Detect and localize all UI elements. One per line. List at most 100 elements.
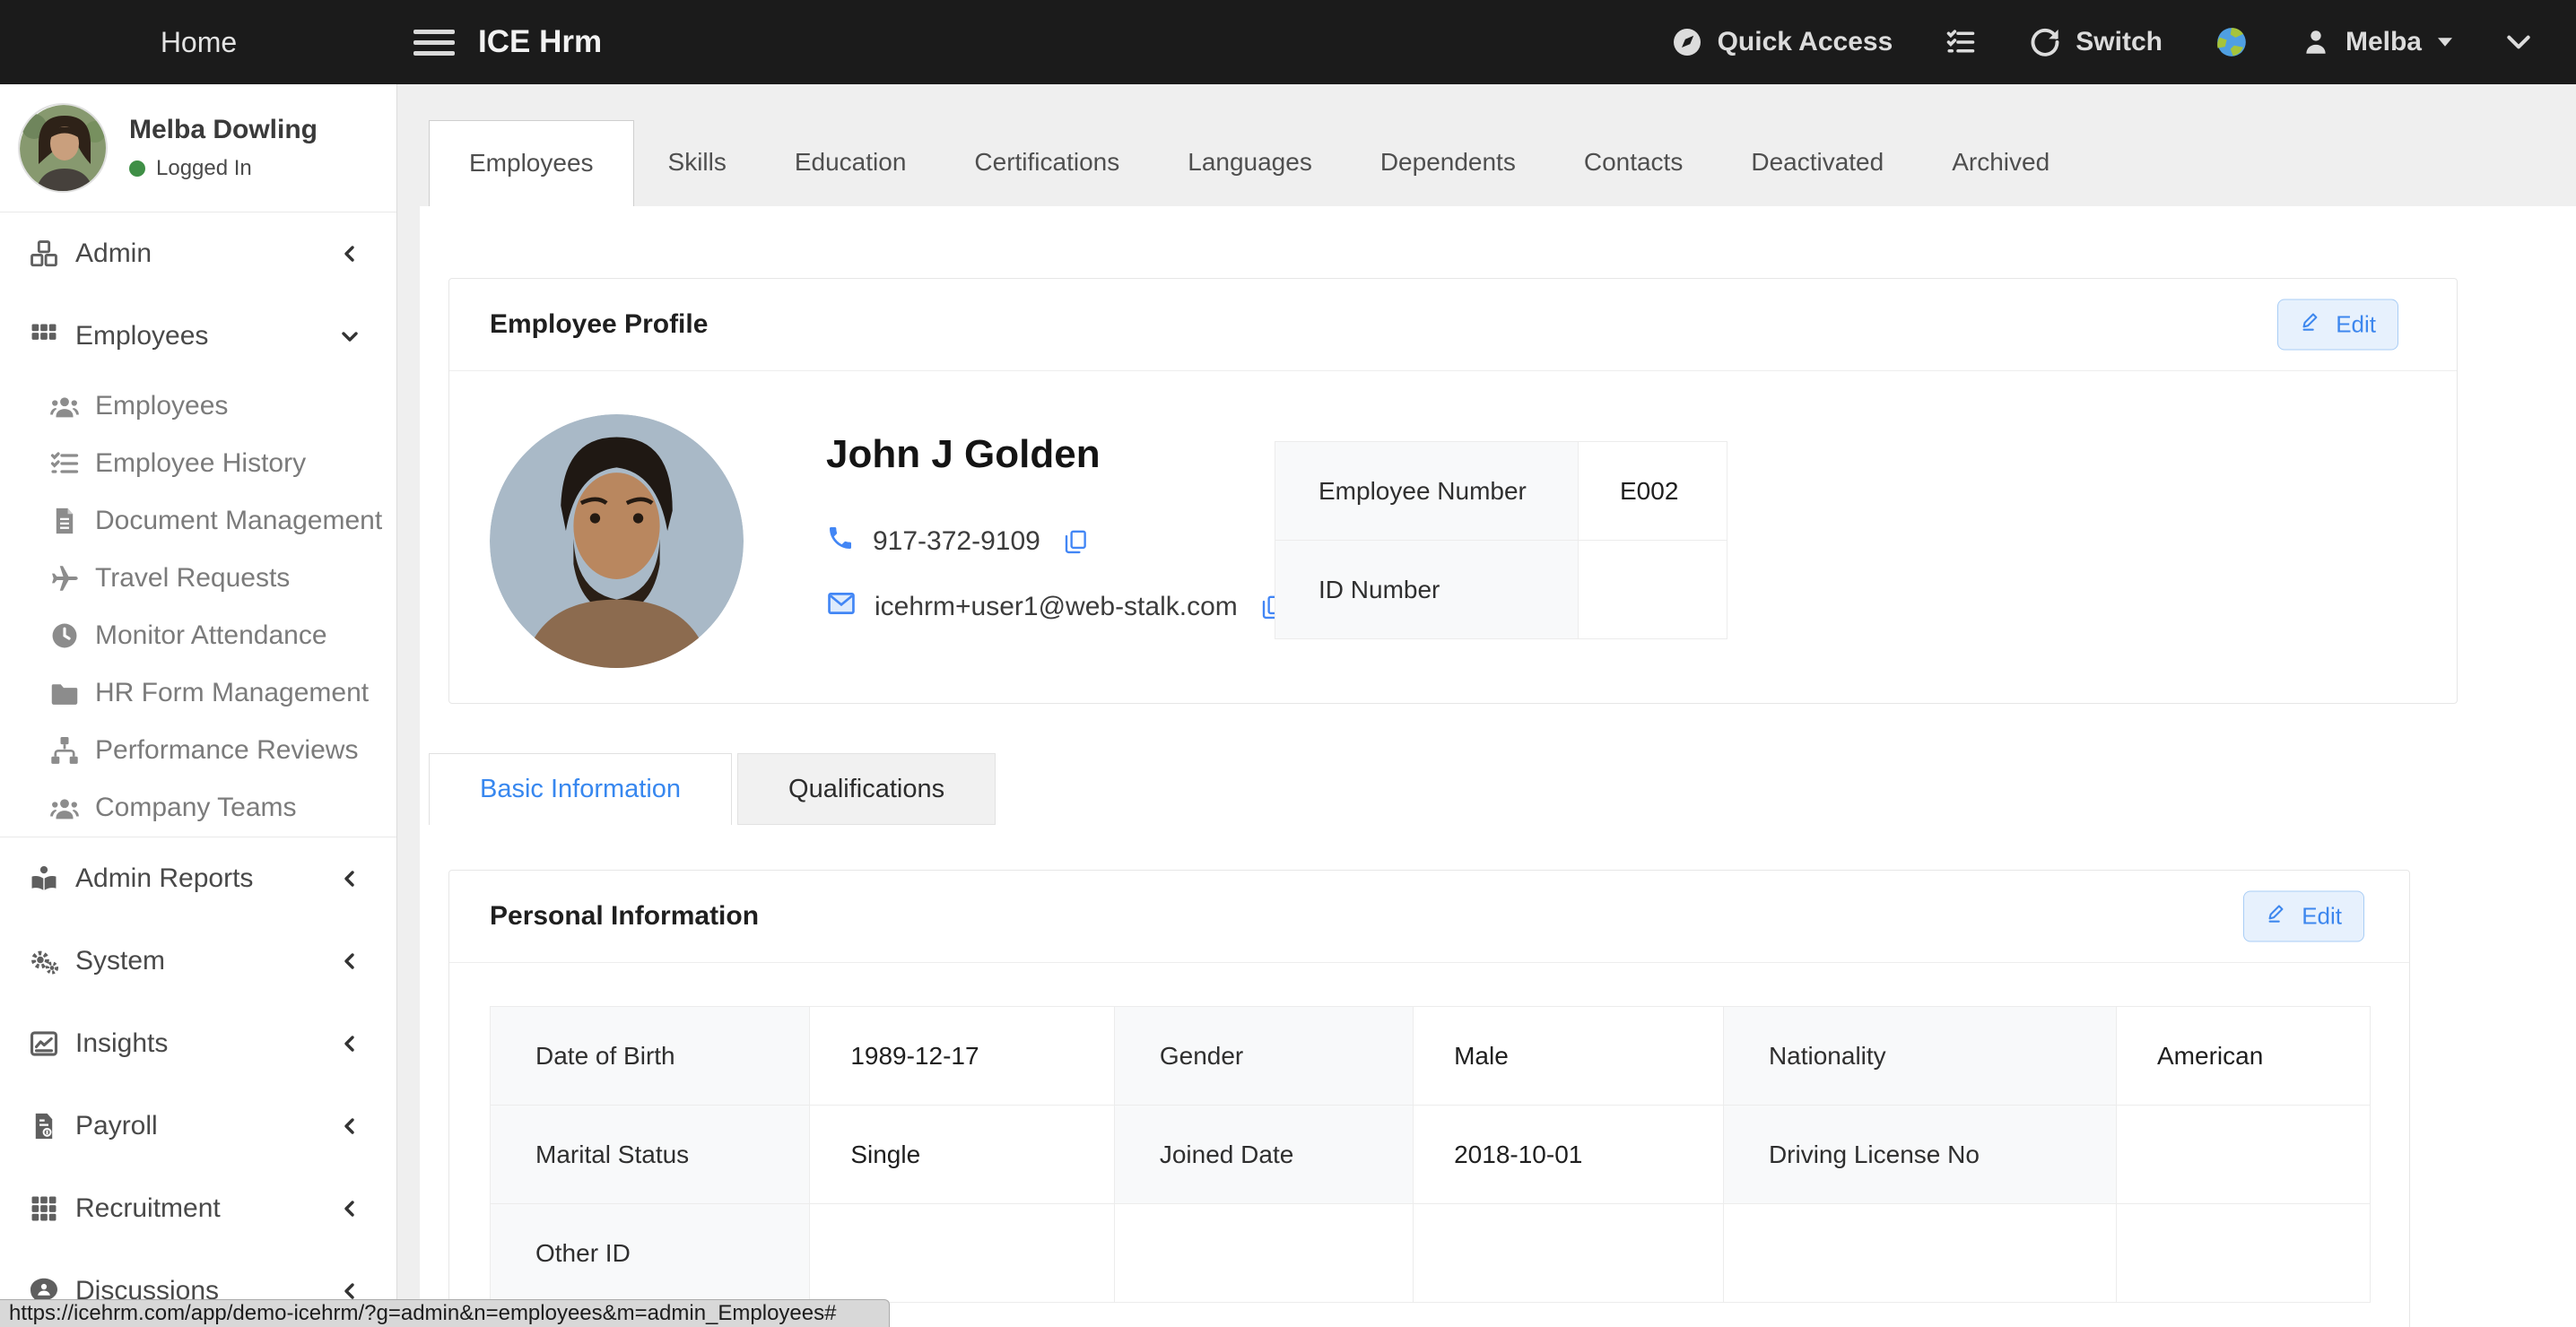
- switch-button[interactable]: Switch: [2029, 26, 2163, 58]
- collapse-topbar-button[interactable]: [2504, 28, 2533, 56]
- tab-panel: Employee Profile Edit John J Golden 917-…: [420, 206, 2576, 1327]
- field-value: 1989-12-17: [810, 1007, 1115, 1106]
- globe-puzzle-icon: [2215, 25, 2249, 59]
- field-label: [1114, 1204, 1413, 1303]
- field-value: [1579, 541, 1727, 639]
- employee-profile-title: Employee Profile: [490, 309, 708, 339]
- field-value: [2117, 1204, 2371, 1303]
- chevron-left-icon: [339, 1198, 361, 1219]
- pencil-icon: [2266, 902, 2289, 932]
- users-icon: [47, 791, 83, 825]
- sidebar-subitem-travel-requests[interactable]: Travel Requests: [0, 550, 396, 607]
- sidebar-item-admin-reports[interactable]: Admin Reports: [0, 837, 396, 920]
- phone-icon: [826, 524, 855, 559]
- sidebar-nav: Admin Employees Employees Employee Histo…: [0, 212, 396, 1327]
- app-title: ICE Hrm: [478, 24, 602, 60]
- chevron-down-icon: [2504, 28, 2533, 56]
- table-row: Date of Birth 1989-12-17 Gender Male Nat…: [491, 1007, 2371, 1106]
- plane-icon: [47, 562, 83, 594]
- topbar: Home ICE Hrm Quick Access Switch Melba: [0, 0, 2576, 84]
- users-icon: [47, 389, 83, 423]
- quick-access-button[interactable]: Quick Access: [1671, 26, 1893, 58]
- logged-in-label: Logged In: [156, 156, 252, 181]
- personal-information-table: Date of Birth 1989-12-17 Gender Male Nat…: [490, 1006, 2371, 1303]
- field-label: Joined Date: [1114, 1106, 1413, 1204]
- grid-icon: [27, 1193, 61, 1224]
- field-label: Marital Status: [491, 1106, 810, 1204]
- home-link[interactable]: Home: [0, 26, 397, 59]
- tab-deactivated[interactable]: Deactivated: [1717, 120, 1918, 206]
- statusbar-url: https://icehrm.com/app/demo-icehrm/?g=ad…: [9, 1301, 836, 1326]
- grid-icon: [27, 321, 61, 351]
- sidebar-item-payroll[interactable]: Payroll: [0, 1085, 396, 1167]
- field-value: [810, 1204, 1115, 1303]
- sidebar-item-system[interactable]: System: [0, 920, 396, 1002]
- field-value: E002: [1579, 442, 1727, 541]
- sidebar-item-recruitment[interactable]: Recruitment: [0, 1167, 396, 1250]
- tab-basic-information[interactable]: Basic Information: [429, 753, 732, 825]
- field-label: Date of Birth: [491, 1007, 810, 1106]
- table-row: ID Number: [1275, 541, 1727, 639]
- avatar: [18, 103, 108, 193]
- sidebar-subitem-employees[interactable]: Employees: [0, 377, 396, 435]
- field-label: Employee Number: [1275, 442, 1579, 541]
- employee-phone[interactable]: 917-372-9109: [873, 526, 1040, 557]
- language-globe-button[interactable]: [2215, 25, 2249, 59]
- field-value: [1414, 1204, 1724, 1303]
- sidebar-subitem-document-management[interactable]: Document Management: [0, 492, 396, 550]
- chevron-left-icon: [339, 950, 361, 972]
- envelope-icon: [826, 588, 857, 626]
- edit-personal-information-button[interactable]: Edit: [2243, 891, 2364, 942]
- tab-certifications[interactable]: Certifications: [940, 120, 1153, 206]
- tab-contacts[interactable]: Contacts: [1550, 120, 1718, 206]
- list-check-icon: [47, 447, 83, 480]
- employee-photo: [490, 414, 744, 668]
- tab-employees[interactable]: Employees: [429, 120, 634, 206]
- pencil-icon: [2300, 310, 2323, 340]
- tab-education[interactable]: Education: [761, 120, 941, 206]
- sidebar-item-admin[interactable]: Admin: [0, 212, 396, 295]
- logged-in-dot: [129, 160, 145, 177]
- sidebar-subitem-employee-history[interactable]: Employee History: [0, 435, 396, 492]
- gears-icon: [27, 945, 61, 977]
- employee-id-table: Employee Number E002 ID Number: [1275, 441, 1727, 639]
- hamburger-menu-icon[interactable]: [413, 23, 455, 62]
- personal-information-title: Personal Information: [490, 901, 759, 931]
- list-check-icon: [1945, 26, 1977, 58]
- sidebar-profile: Melba Dowling Logged In: [0, 84, 396, 212]
- employee-profile-card: Employee Profile Edit John J Golden 917-…: [448, 278, 2458, 704]
- file-icon: [47, 506, 83, 536]
- tasks-button[interactable]: [1945, 26, 1977, 58]
- sidebar-subitem-company-teams[interactable]: Company Teams: [0, 779, 396, 837]
- folder-icon: [47, 677, 83, 709]
- tab-qualifications[interactable]: Qualifications: [737, 753, 996, 825]
- field-label: Other ID: [491, 1204, 810, 1303]
- field-label: ID Number: [1275, 541, 1579, 639]
- field-value: Single: [810, 1106, 1115, 1204]
- field-value: American: [2117, 1007, 2371, 1106]
- copy-phone-icon[interactable]: [1062, 528, 1089, 555]
- chevron-down-icon: [339, 325, 361, 347]
- personal-information-card: Personal Information Edit Date of Birth …: [448, 870, 2410, 1327]
- sidebar-subitem-monitor-attendance[interactable]: Monitor Attendance: [0, 607, 396, 664]
- book-reader-icon: [27, 863, 61, 894]
- rotate-icon: [2029, 26, 2061, 58]
- edit-profile-button[interactable]: Edit: [2277, 299, 2398, 351]
- tab-languages[interactable]: Languages: [1153, 120, 1346, 206]
- table-row: Marital Status Single Joined Date 2018-1…: [491, 1106, 2371, 1204]
- sidebar-item-insights[interactable]: Insights: [0, 1002, 396, 1085]
- field-value: Male: [1414, 1007, 1724, 1106]
- tab-dependents[interactable]: Dependents: [1346, 120, 1550, 206]
- tab-skills[interactable]: Skills: [634, 120, 761, 206]
- tab-archived[interactable]: Archived: [1918, 120, 2084, 206]
- employee-email[interactable]: icehrm+user1@web-stalk.com: [875, 592, 1238, 622]
- sidebar-subitem-performance-reviews[interactable]: Performance Reviews: [0, 722, 396, 779]
- clock-icon: [47, 620, 83, 651]
- module-tabs: Employees Skills Education Certification…: [397, 84, 2576, 206]
- field-value: [2117, 1106, 2371, 1204]
- chart-line-icon: [27, 1028, 61, 1059]
- sidebar-item-employees[interactable]: Employees: [0, 295, 396, 377]
- user-menu[interactable]: Melba: [2301, 27, 2452, 57]
- caret-down-icon: [2438, 38, 2452, 47]
- sidebar-subitem-hr-form-management[interactable]: HR Form Management: [0, 664, 396, 722]
